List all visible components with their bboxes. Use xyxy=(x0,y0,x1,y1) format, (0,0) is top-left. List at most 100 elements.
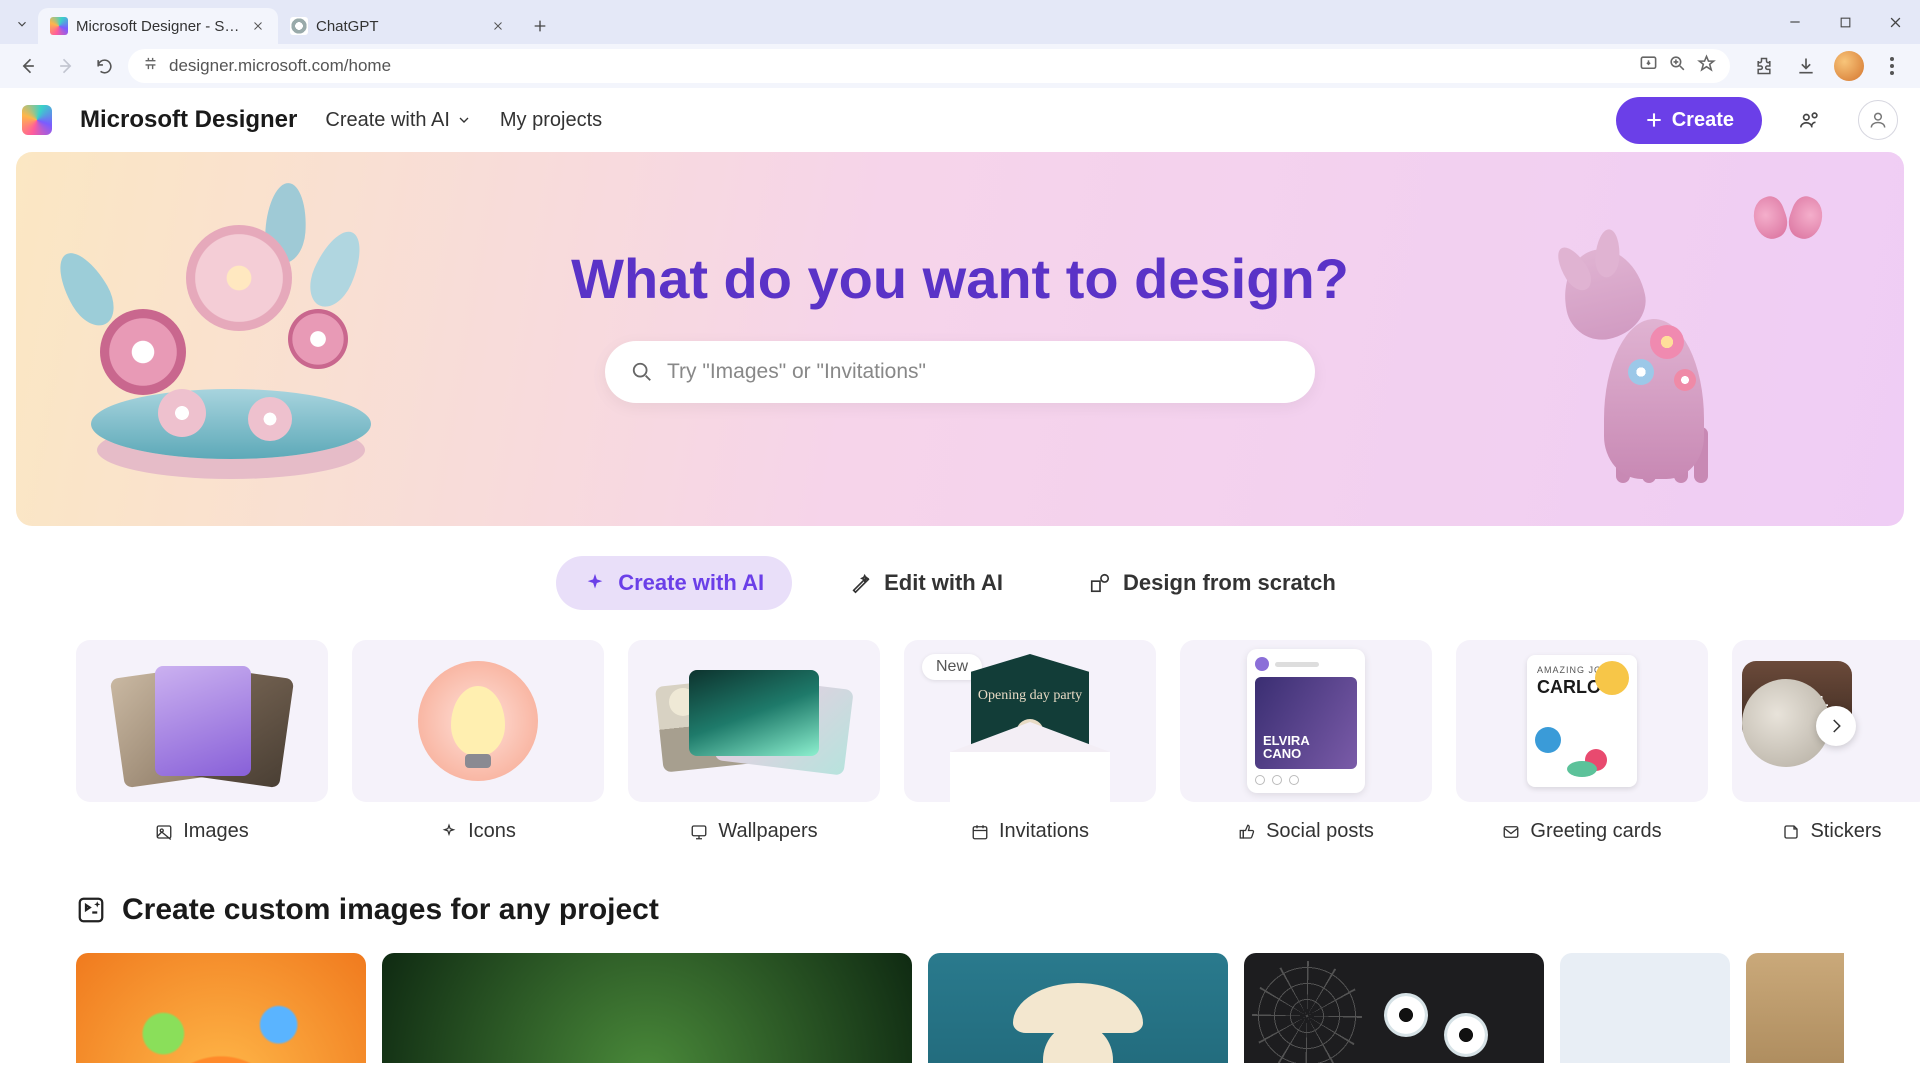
url-text: designer.microsoft.com/home xyxy=(169,56,1629,76)
people-icon xyxy=(1799,109,1821,131)
chevron-down-icon xyxy=(456,112,472,128)
reload-icon xyxy=(95,57,114,76)
plus-icon xyxy=(1644,110,1664,130)
category-thumb: AMAZING JOB CARLOS xyxy=(1456,640,1708,802)
gallery-tile[interactable] xyxy=(928,953,1228,1063)
close-window-button[interactable] xyxy=(1870,0,1920,44)
search-icon xyxy=(631,361,653,383)
mode-create-with-ai[interactable]: Create with AI xyxy=(556,556,792,610)
hero-title: What do you want to design? xyxy=(571,246,1349,311)
mode-tabs: Create with AI Edit with AI Design from … xyxy=(16,556,1904,610)
forward-button[interactable] xyxy=(52,52,80,80)
puzzle-icon xyxy=(1754,56,1774,76)
address-row: designer.microsoft.com/home xyxy=(0,44,1920,88)
category-thumb xyxy=(628,640,880,802)
gallery-row xyxy=(76,953,1844,1063)
mail-icon xyxy=(1502,823,1520,841)
gallery-tile[interactable] xyxy=(1746,953,1844,1063)
tab-title: Microsoft Designer - Stunning … xyxy=(76,18,242,35)
gallery-tile[interactable] xyxy=(382,953,912,1063)
mode-edit-with-ai[interactable]: Edit with AI xyxy=(822,556,1031,610)
generate-icon xyxy=(76,895,106,925)
browser-menu-button[interactable] xyxy=(1878,52,1906,80)
search-input[interactable] xyxy=(667,360,1289,384)
new-tab-button[interactable] xyxy=(524,10,556,42)
create-button-label: Create xyxy=(1672,109,1734,132)
image-icon xyxy=(155,823,173,841)
monitor-icon xyxy=(690,823,708,841)
chevron-down-icon xyxy=(15,17,29,31)
create-button[interactable]: Create xyxy=(1616,97,1762,144)
profile-avatar[interactable] xyxy=(1834,51,1864,81)
category-label: Stickers xyxy=(1810,820,1881,843)
category-label: Social posts xyxy=(1266,820,1374,843)
tab-search-button[interactable] xyxy=(10,12,34,36)
category-card-images[interactable]: Images xyxy=(76,640,328,843)
favicon-icon xyxy=(50,17,68,35)
zoom-icon[interactable] xyxy=(1668,54,1687,78)
calendar-icon xyxy=(971,823,989,841)
browser-tab-active[interactable]: Microsoft Designer - Stunning … xyxy=(38,8,278,44)
category-label: Icons xyxy=(468,820,516,843)
hero-banner: What do you want to design? xyxy=(16,152,1904,526)
share-button[interactable] xyxy=(1790,100,1830,140)
maximize-button[interactable] xyxy=(1820,0,1870,44)
app-header: Microsoft Designer Create with AI My pro… xyxy=(0,88,1920,152)
download-icon xyxy=(1796,56,1816,76)
category-carousel: Images Icons Wallpapers New Opening day … xyxy=(16,640,1904,843)
close-icon[interactable] xyxy=(490,18,506,34)
address-bar[interactable]: designer.microsoft.com/home xyxy=(128,49,1730,83)
arrow-left-icon xyxy=(18,56,38,76)
bookmark-icon[interactable] xyxy=(1697,54,1716,78)
account-button[interactable] xyxy=(1858,100,1898,140)
category-card-invitations[interactable]: New Opening day party29 Invitations xyxy=(904,640,1156,843)
downloads-button[interactable] xyxy=(1792,52,1820,80)
category-label: Images xyxy=(183,820,249,843)
window-controls xyxy=(1770,0,1920,44)
install-app-icon[interactable] xyxy=(1639,54,1658,78)
search-bar[interactable] xyxy=(605,341,1315,403)
category-label: Wallpapers xyxy=(718,820,817,843)
section-title: Create custom images for any project xyxy=(122,893,659,927)
back-button[interactable] xyxy=(14,52,42,80)
sparkle-icon xyxy=(440,823,458,841)
gallery-tile[interactable] xyxy=(1560,953,1730,1063)
toolbar-actions xyxy=(1750,51,1906,81)
close-icon[interactable] xyxy=(250,18,266,34)
extensions-button[interactable] xyxy=(1750,52,1778,80)
thumbs-up-icon xyxy=(1238,823,1256,841)
category-card-greeting-cards[interactable]: AMAZING JOB CARLOS Greeting cards xyxy=(1456,640,1708,843)
reload-button[interactable] xyxy=(90,52,118,80)
mode-label: Edit with AI xyxy=(884,570,1003,596)
browser-chrome: Microsoft Designer - Stunning … ChatGPT xyxy=(0,0,1920,88)
category-card-wallpapers[interactable]: Wallpapers xyxy=(628,640,880,843)
nav-label: Create with AI xyxy=(325,109,450,132)
category-thumb: New Opening day party29 xyxy=(904,640,1156,802)
app-logo-icon[interactable] xyxy=(22,105,52,135)
site-info-icon[interactable] xyxy=(142,55,159,77)
shapes-icon xyxy=(1089,572,1111,594)
category-label: Invitations xyxy=(999,820,1089,843)
gallery-tile[interactable] xyxy=(76,953,366,1063)
dots-vertical-icon xyxy=(1890,57,1894,75)
section-custom-images: Create custom images for any project xyxy=(16,893,1904,1063)
tab-strip: Microsoft Designer - Stunning … ChatGPT xyxy=(0,0,1920,44)
category-label: Greeting cards xyxy=(1530,820,1661,843)
app-brand[interactable]: Microsoft Designer xyxy=(80,106,297,134)
mode-design-from-scratch[interactable]: Design from scratch xyxy=(1061,556,1364,610)
gallery-tile[interactable] xyxy=(1244,953,1544,1063)
person-icon xyxy=(1868,110,1888,130)
minimize-button[interactable] xyxy=(1770,0,1820,44)
invite-title: Opening day party xyxy=(978,688,1082,705)
browser-tab[interactable]: ChatGPT xyxy=(278,8,518,44)
wand-icon xyxy=(850,572,872,594)
nav-my-projects[interactable]: My projects xyxy=(500,109,602,132)
carousel-next-button[interactable] xyxy=(1816,706,1856,746)
category-card-social-posts[interactable]: ELVIRA CANO Social posts xyxy=(1180,640,1432,843)
tab-title: ChatGPT xyxy=(316,18,482,35)
nav-create-with-ai[interactable]: Create with AI xyxy=(325,109,472,132)
category-thumb xyxy=(76,640,328,802)
category-card-icons[interactable]: Icons xyxy=(352,640,604,843)
social-card-name: ELVIRA CANO xyxy=(1263,734,1349,761)
mode-label: Create with AI xyxy=(618,570,764,596)
